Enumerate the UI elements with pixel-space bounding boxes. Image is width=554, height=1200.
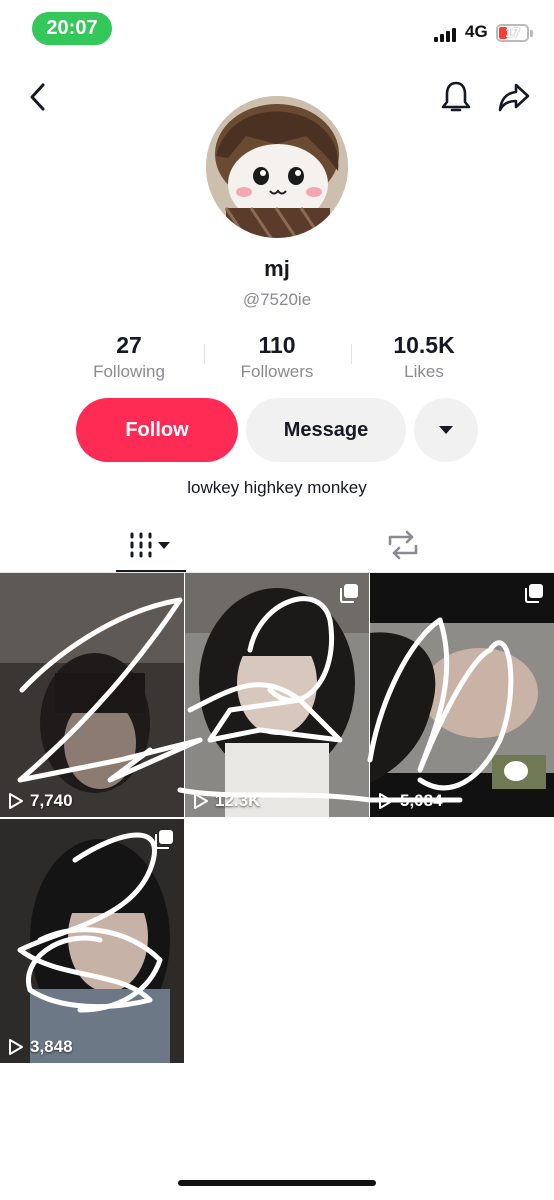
video-tile[interactable]: 12.3K [185,573,369,817]
multi-photo-icon [339,583,359,608]
status-time: 20:07 [32,12,112,45]
video-tile[interactable]: 7,740 [0,573,184,817]
stat-divider [351,344,352,364]
status-bar: 20:07 4G 17 [0,0,554,60]
view-count-value: 7,740 [30,791,73,810]
network-type: 4G [465,22,488,41]
view-count: 7,740 [8,791,73,811]
view-count: 3,848 [8,1037,73,1057]
view-count: 12.3K [193,791,260,811]
share-arrow-icon [498,83,530,112]
play-icon [9,793,23,809]
bell-icon [441,81,471,112]
avatar-image [206,96,348,238]
stat-value: 110 [258,332,296,358]
back-button[interactable] [16,75,60,119]
view-count-value: 3,848 [30,1037,73,1056]
video-thumbnail [0,573,184,817]
message-button[interactable]: Message [246,398,406,462]
tab-reposts[interactable] [368,518,438,572]
video-thumbnail [185,573,369,817]
grid-icon [130,532,170,558]
multi-photo-icon [524,583,544,608]
stat-following[interactable]: 27 Following [59,332,199,382]
video-thumbnail [370,573,554,817]
battery-tip [530,30,533,37]
stat-divider [204,344,205,364]
repost-icon [388,530,418,560]
avatar[interactable] [206,96,348,238]
view-count: 5,084 [378,791,443,811]
notification-button[interactable] [434,75,478,119]
chevron-down-icon [439,426,453,434]
view-count-value: 12.3K [215,791,261,810]
signal-icon [434,26,458,42]
stat-label: Following [93,362,165,381]
stat-label: Likes [404,362,444,381]
view-count-value: 5,084 [400,791,443,810]
play-icon [379,793,393,809]
multi-photo-icon [154,829,174,854]
home-indicator [178,1180,376,1186]
stat-likes[interactable]: 10.5K Likes [354,332,494,382]
stat-label: Followers [240,362,314,381]
suggested-accounts-button[interactable] [414,398,478,462]
back-chevron-icon [30,83,45,111]
play-icon [9,1039,23,1055]
display-name: mj [264,256,290,281]
video-tile[interactable]: 5,084 [370,573,554,817]
profile-tabs [0,518,554,573]
battery-level: 17 [505,25,520,40]
video-tile[interactable]: 3,848 [0,819,184,1063]
stat-value: 27 [116,332,142,358]
play-icon [194,793,208,809]
video-thumbnail [0,819,184,1063]
tab-videos[interactable] [116,518,186,572]
battery-icon: 17 [496,24,529,42]
stat-followers[interactable]: 110 Followers [207,332,347,382]
profile-bio: lowkey highkey monkey [187,478,367,497]
share-button[interactable] [492,75,536,119]
follow-button[interactable]: Follow [76,398,238,462]
profile-stats: 27 Following 110 Followers 10.5K Likes [0,332,554,382]
stat-value: 10.5K [393,332,455,358]
username-handle: @7520ie [242,290,312,309]
